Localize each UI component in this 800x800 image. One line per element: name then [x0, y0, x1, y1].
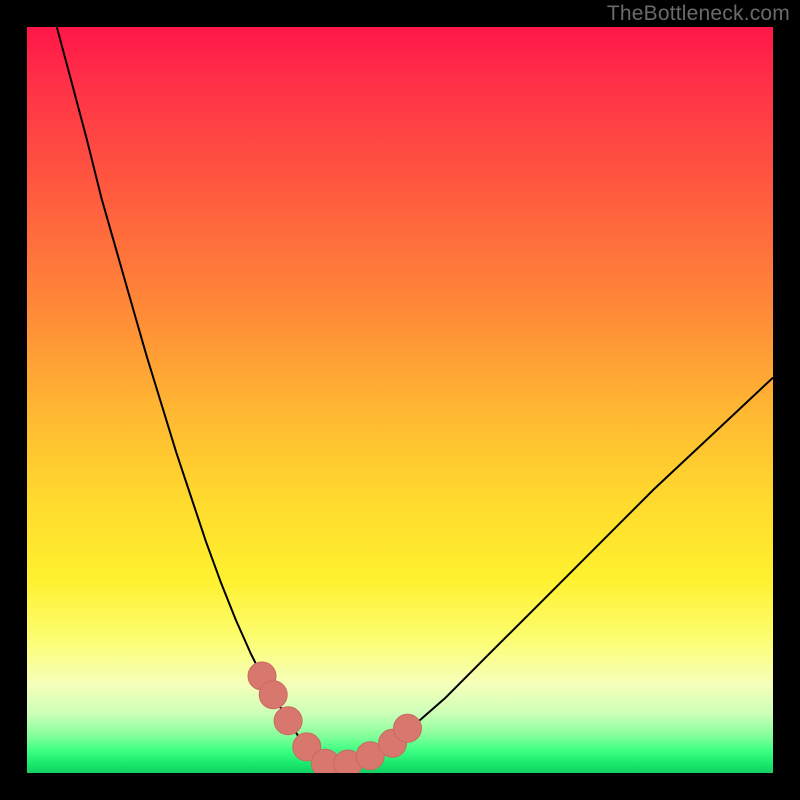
pink-blob-left-lower [259, 681, 287, 709]
marker-group [248, 662, 422, 773]
watermark-text: TheBottleneck.com [607, 2, 790, 26]
plot-area [27, 27, 773, 773]
pink-blob-right-upper [394, 714, 422, 742]
pink-blob-knee-left [274, 707, 302, 735]
chart-frame: TheBottleneck.com [0, 0, 800, 800]
bottleneck-curve [57, 27, 773, 766]
curve-layer [27, 27, 773, 773]
